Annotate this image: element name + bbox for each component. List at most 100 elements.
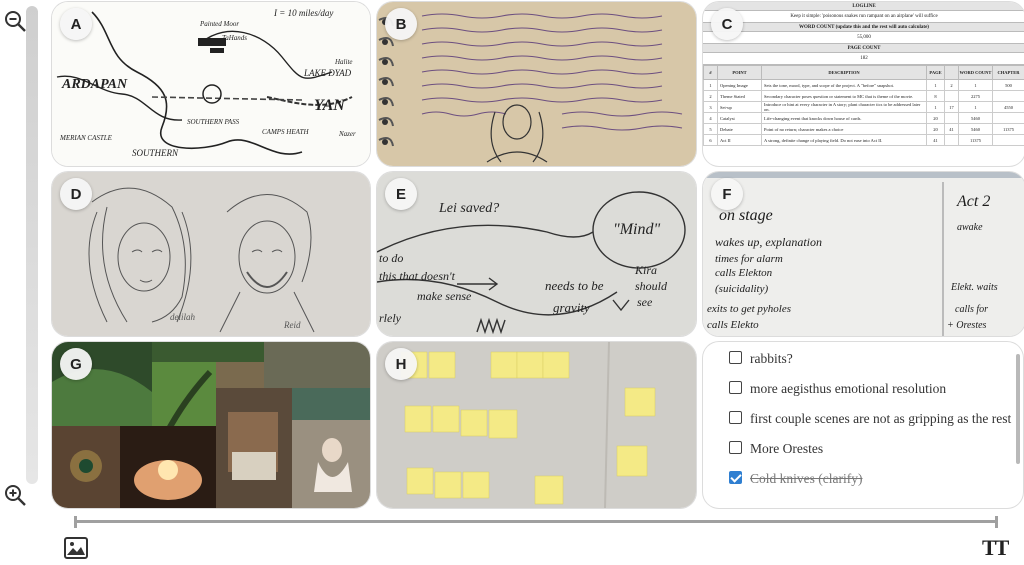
svg-text:should: should bbox=[635, 279, 668, 293]
svg-text:Elekt. waits: Elekt. waits bbox=[950, 282, 998, 293]
image-icon[interactable] bbox=[63, 536, 89, 560]
zoom-out-icon[interactable] bbox=[2, 8, 28, 34]
beat-cell: 1 bbox=[926, 79, 945, 91]
beat-sheet-table: LOGLINE Keep it simple: 'poisonous snake… bbox=[703, 2, 1024, 146]
column-header: DESCRIPTION bbox=[761, 65, 927, 80]
mood-board-image bbox=[52, 342, 370, 508]
column-header: CHAPTER bbox=[992, 65, 1024, 80]
beat-cell: Introduce or hint at every character in … bbox=[761, 101, 927, 113]
checklist-item-label: Cold knives (clarify) bbox=[750, 471, 863, 486]
beat-cell: 11375 bbox=[992, 123, 1024, 135]
svg-text:ARDAPAN: ARDAPAN bbox=[61, 77, 128, 92]
sticky-notes-image bbox=[377, 342, 696, 508]
svg-text:TaHands: TaHands bbox=[222, 34, 247, 42]
checkbox[interactable] bbox=[729, 411, 742, 424]
zoom-in-icon[interactable] bbox=[2, 482, 28, 508]
beat-cell bbox=[992, 90, 1024, 102]
svg-text:Reid: Reid bbox=[283, 320, 301, 330]
checklist-item[interactable]: Cold knives (clarify) bbox=[729, 468, 1013, 489]
beat-row: 3 Set-up Introduce or hint at every charac… bbox=[703, 101, 1024, 113]
checklist-item[interactable]: More Orestes bbox=[729, 438, 1013, 459]
svg-text:rlely: rlely bbox=[379, 311, 402, 325]
beat-cell: 1 bbox=[958, 79, 993, 91]
card-mood-board[interactable]: G bbox=[52, 342, 370, 508]
svg-text:delilah: delilah bbox=[170, 312, 195, 322]
beat-cell: Life-changing event that knocks down hou… bbox=[761, 112, 927, 124]
svg-text:see: see bbox=[637, 295, 653, 309]
svg-text:Kira: Kira bbox=[634, 263, 657, 277]
card-map-sketch[interactable]: A ARDAPAN YAN LAKE DYAD Painted Moor TaH… bbox=[52, 2, 370, 166]
beat-cell: 6 bbox=[703, 134, 718, 146]
beat-cell: 1 bbox=[958, 101, 993, 113]
checklist-item[interactable]: rabbits? bbox=[729, 348, 1013, 369]
svg-text:(suicidality): (suicidality) bbox=[715, 283, 768, 295]
card-sticky-notes[interactable]: H bbox=[377, 342, 696, 508]
svg-text:calls Elekton: calls Elekton bbox=[715, 267, 773, 279]
beat-cell: 4550 bbox=[992, 101, 1024, 113]
logline-text: Keep it simple: 'poisonous snakes run ra… bbox=[703, 11, 1024, 23]
beat-row: 1 Opening Image Sets the tone, mood, type,… bbox=[703, 79, 1024, 91]
card-revision-checklist[interactable]: rabbits? more aegisthus emotional resolut… bbox=[703, 342, 1023, 508]
card-beat-sheet[interactable]: C LOGLINE Keep it simple: 'poisonous sna… bbox=[703, 2, 1024, 166]
beat-cell: 4 bbox=[703, 112, 718, 124]
beat-cell: 1 bbox=[703, 79, 718, 91]
card-badge: B bbox=[385, 8, 417, 40]
checkbox[interactable] bbox=[729, 351, 742, 364]
card-badge: F bbox=[711, 178, 743, 210]
svg-text:Act 2: Act 2 bbox=[956, 193, 990, 210]
card-whiteboard-notes[interactable]: E Lei saved? "Mind" to do this that does… bbox=[377, 172, 696, 336]
column-header: # bbox=[703, 65, 718, 80]
beat-cell: 2 bbox=[944, 79, 959, 91]
svg-text:gravity: gravity bbox=[553, 300, 590, 315]
card-badge: C bbox=[711, 8, 743, 40]
checkbox-checked[interactable] bbox=[729, 471, 742, 484]
checkbox[interactable] bbox=[729, 441, 742, 454]
svg-text:Nazer: Nazer bbox=[338, 130, 356, 138]
checklist-item[interactable]: first couple scenes are not as gripping … bbox=[729, 408, 1013, 429]
beat-cell: 1 bbox=[926, 101, 945, 113]
timeline-slider[interactable] bbox=[75, 520, 997, 523]
svg-text:awake: awake bbox=[957, 222, 983, 233]
svg-text:YAN: YAN bbox=[314, 97, 346, 114]
whiteboard-outline-image: on stage wakes up, explanation times for… bbox=[703, 172, 1024, 336]
wordcount-value: 55,000 bbox=[703, 32, 1024, 44]
beat-row: 5 Debate Point of no return; character mak… bbox=[703, 123, 1024, 135]
beat-cell: 20 bbox=[926, 112, 945, 124]
checkbox[interactable] bbox=[729, 381, 742, 394]
svg-text:SOUTHERN: SOUTHERN bbox=[132, 148, 179, 158]
zoom-slider[interactable] bbox=[26, 6, 38, 484]
svg-text:"Mind": "Mind" bbox=[613, 221, 660, 238]
checklist-item[interactable]: more aegisthus emotional resolution bbox=[729, 378, 1013, 399]
beat-row: 6 Act II A strong, definite change of play… bbox=[703, 134, 1024, 146]
beat-cell: A strong, definite change of playing fie… bbox=[761, 134, 927, 146]
checklist-scrollbar[interactable] bbox=[1016, 354, 1020, 464]
svg-text:calls for: calls for bbox=[955, 304, 988, 315]
beat-cell: 41 bbox=[944, 123, 959, 135]
column-header: PAGE bbox=[926, 65, 945, 80]
collage-viewer: A ARDAPAN YAN LAKE DYAD Painted Moor TaH… bbox=[0, 0, 1024, 565]
beat-cell: Act II bbox=[717, 134, 762, 146]
beat-cell: 3 bbox=[703, 101, 718, 113]
wordcount-label: WORD COUNT (update this and the rest wil… bbox=[703, 23, 1024, 32]
column-header: WORD COUNT bbox=[958, 65, 993, 80]
character-sketch-image: delilah Reid bbox=[52, 172, 370, 336]
svg-text:Halite: Halite bbox=[334, 58, 353, 66]
checklist-item-label: more aegisthus emotional resolution bbox=[750, 381, 947, 396]
beat-cell: Secondary character poses question or st… bbox=[761, 90, 927, 102]
beat-cell: Debate bbox=[717, 123, 762, 135]
card-character-sketch[interactable]: D delilah Reid bbox=[52, 172, 370, 336]
beat-cell: 5460 bbox=[958, 112, 993, 124]
svg-text:I = 10 miles/day: I = 10 miles/day bbox=[273, 8, 333, 18]
beat-cell: 11375 bbox=[958, 134, 993, 146]
column-header bbox=[944, 65, 959, 80]
beat-cell bbox=[992, 134, 1024, 146]
text-size-icon[interactable]: TT bbox=[982, 535, 1012, 561]
card-whiteboard-outline[interactable]: F on stage wakes up, explanation times f… bbox=[703, 172, 1024, 336]
beat-row: 4 Catalyst Life-changing event that knocks… bbox=[703, 112, 1024, 124]
beat-cell: Sets the tone, mood, type, and scope of … bbox=[761, 79, 927, 91]
svg-text:SOUTHERN PASS: SOUTHERN PASS bbox=[187, 118, 240, 126]
beat-cell: 20 bbox=[926, 123, 945, 135]
svg-text:to do: to do bbox=[379, 251, 403, 265]
notebook-page-image bbox=[377, 2, 696, 166]
card-notebook-page[interactable]: B bbox=[377, 2, 696, 166]
